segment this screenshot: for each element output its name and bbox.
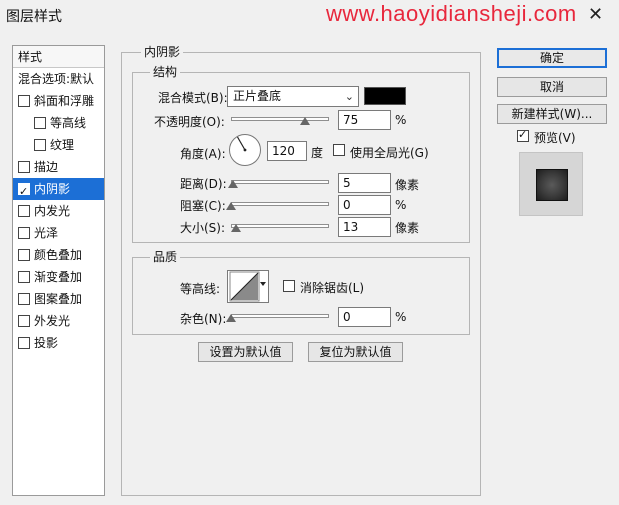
- blend-mode-value: 正片叠底: [233, 89, 282, 103]
- new-style-button[interactable]: 新建样式(W)...: [497, 104, 607, 124]
- noise-input[interactable]: 0: [338, 307, 391, 327]
- style-list-item-label: 混合选项:默认: [18, 72, 95, 86]
- quality-title: 品质: [150, 248, 181, 265]
- choke-slider[interactable]: [231, 202, 329, 206]
- style-list-item-label: 等高线: [50, 116, 87, 130]
- style-list-checkbox[interactable]: [34, 117, 46, 129]
- angle-input[interactable]: 120: [267, 141, 307, 161]
- style-list-item-label: 描边: [34, 160, 59, 174]
- opacity-slider-handle[interactable]: [299, 117, 310, 125]
- structure-title: 结构: [150, 63, 181, 80]
- opacity-input[interactable]: 75: [338, 110, 391, 130]
- style-list-item[interactable]: 斜面和浮雕: [13, 90, 104, 112]
- opacity-unit: %: [395, 113, 407, 127]
- style-list-checkbox[interactable]: [18, 293, 30, 305]
- contour-label: 等高线:: [180, 282, 221, 296]
- anti-alias-label[interactable]: 消除锯齿(L): [300, 279, 364, 296]
- noise-label: 杂色(N):: [180, 312, 227, 326]
- style-list-item[interactable]: 等高线: [13, 112, 104, 134]
- style-list-item-label: 图案叠加: [34, 292, 83, 306]
- preview-swatch: [536, 169, 568, 201]
- style-list-item[interactable]: 纹理: [13, 134, 104, 156]
- style-list-item[interactable]: 内阴影: [13, 178, 104, 200]
- distance-input[interactable]: 5: [338, 173, 391, 193]
- chevron-down-icon: ⌄: [344, 90, 354, 103]
- distance-label: 距离(D):: [180, 177, 227, 191]
- style-list-item-label: 内发光: [34, 204, 71, 218]
- close-icon[interactable]: ✕: [588, 4, 603, 25]
- cancel-button[interactable]: 取消: [497, 77, 607, 97]
- style-list-item-label: 颜色叠加: [34, 248, 83, 262]
- noise-unit: %: [395, 310, 407, 324]
- distance-slider[interactable]: [231, 180, 329, 184]
- distance-unit: 像素: [395, 178, 420, 192]
- style-list-item[interactable]: 投影: [13, 332, 104, 354]
- style-list-item[interactable]: 光泽: [13, 222, 104, 244]
- style-list-item-label: 内阴影: [34, 182, 71, 196]
- style-list-item[interactable]: 混合选项:默认: [13, 68, 104, 90]
- style-list-checkbox[interactable]: [18, 271, 30, 283]
- blend-mode-label: 混合模式(B):: [158, 91, 228, 105]
- panel-title: 内阴影: [141, 43, 184, 60]
- style-list: 样式 混合选项:默认斜面和浮雕等高线纹理描边内阴影内发光光泽颜色叠加渐变叠加图案…: [12, 45, 105, 496]
- style-list-checkbox[interactable]: [34, 139, 46, 151]
- style-list-item[interactable]: 颜色叠加: [13, 244, 104, 266]
- choke-unit: %: [395, 198, 407, 212]
- dialog-title: 图层样式: [6, 9, 62, 25]
- contour-dropdown-arrow-icon[interactable]: [260, 282, 266, 286]
- watermark-text: www.haoyidiansheji.com: [326, 1, 577, 26]
- style-list-header[interactable]: 样式: [13, 46, 104, 68]
- choke-label: 阻塞(C):: [180, 199, 226, 213]
- anti-alias-checkbox[interactable]: [283, 280, 295, 292]
- preview-checkbox[interactable]: [517, 128, 529, 142]
- style-list-checkbox[interactable]: [18, 205, 30, 217]
- style-list-item[interactable]: 渐变叠加: [13, 266, 104, 288]
- style-list-item-label: 外发光: [34, 314, 71, 328]
- style-list-item-label: 投影: [34, 336, 59, 350]
- set-default-button[interactable]: 设置为默认值: [198, 342, 293, 362]
- contour-curve-icon: [229, 271, 260, 302]
- angle-label: 角度(A):: [180, 147, 226, 161]
- noise-slider-handle[interactable]: [226, 314, 236, 322]
- style-list-item-label: 光泽: [34, 226, 59, 240]
- opacity-slider[interactable]: [231, 117, 329, 121]
- noise-slider[interactable]: [231, 314, 329, 318]
- style-preview-thumbnail: [519, 152, 583, 216]
- size-label: 大小(S):: [180, 221, 226, 235]
- style-list-checkbox[interactable]: [18, 227, 30, 239]
- style-list-checkbox[interactable]: [18, 181, 30, 200]
- blend-mode-select[interactable]: 正片叠底 ⌄: [227, 86, 359, 107]
- angle-unit: 度: [311, 146, 324, 160]
- global-light-label[interactable]: 使用全局光(G): [350, 144, 429, 161]
- style-list-item-label: 斜面和浮雕: [34, 94, 95, 108]
- style-list-item[interactable]: 图案叠加: [13, 288, 104, 310]
- opacity-label: 不透明度(O):: [154, 115, 225, 129]
- angle-dial[interactable]: [228, 133, 262, 167]
- style-list-item[interactable]: 描边: [13, 156, 104, 178]
- size-slider-handle[interactable]: [230, 224, 241, 232]
- reset-default-button[interactable]: 复位为默认值: [308, 342, 403, 362]
- choke-slider-handle[interactable]: [226, 202, 236, 210]
- contour-picker[interactable]: [227, 270, 269, 303]
- style-list-checkbox[interactable]: [18, 95, 30, 107]
- size-slider[interactable]: [231, 224, 329, 228]
- style-list-checkbox[interactable]: [18, 249, 30, 261]
- choke-input[interactable]: 0: [338, 195, 391, 215]
- ok-button[interactable]: 确定: [497, 48, 607, 68]
- style-list-checkbox[interactable]: [18, 315, 30, 327]
- size-input[interactable]: 13: [338, 217, 391, 237]
- size-unit: 像素: [395, 221, 420, 235]
- blend-color-swatch[interactable]: [364, 87, 406, 105]
- style-list-item-label: 纹理: [50, 138, 75, 152]
- distance-slider-handle[interactable]: [227, 180, 238, 188]
- style-list-checkbox[interactable]: [18, 337, 30, 349]
- style-list-item[interactable]: 内发光: [13, 200, 104, 222]
- style-list-item[interactable]: 外发光: [13, 310, 104, 332]
- style-list-item-label: 渐变叠加: [34, 270, 83, 284]
- style-list-checkbox[interactable]: [18, 161, 30, 173]
- global-light-checkbox[interactable]: [333, 144, 345, 156]
- preview-label[interactable]: 预览(V): [534, 129, 576, 146]
